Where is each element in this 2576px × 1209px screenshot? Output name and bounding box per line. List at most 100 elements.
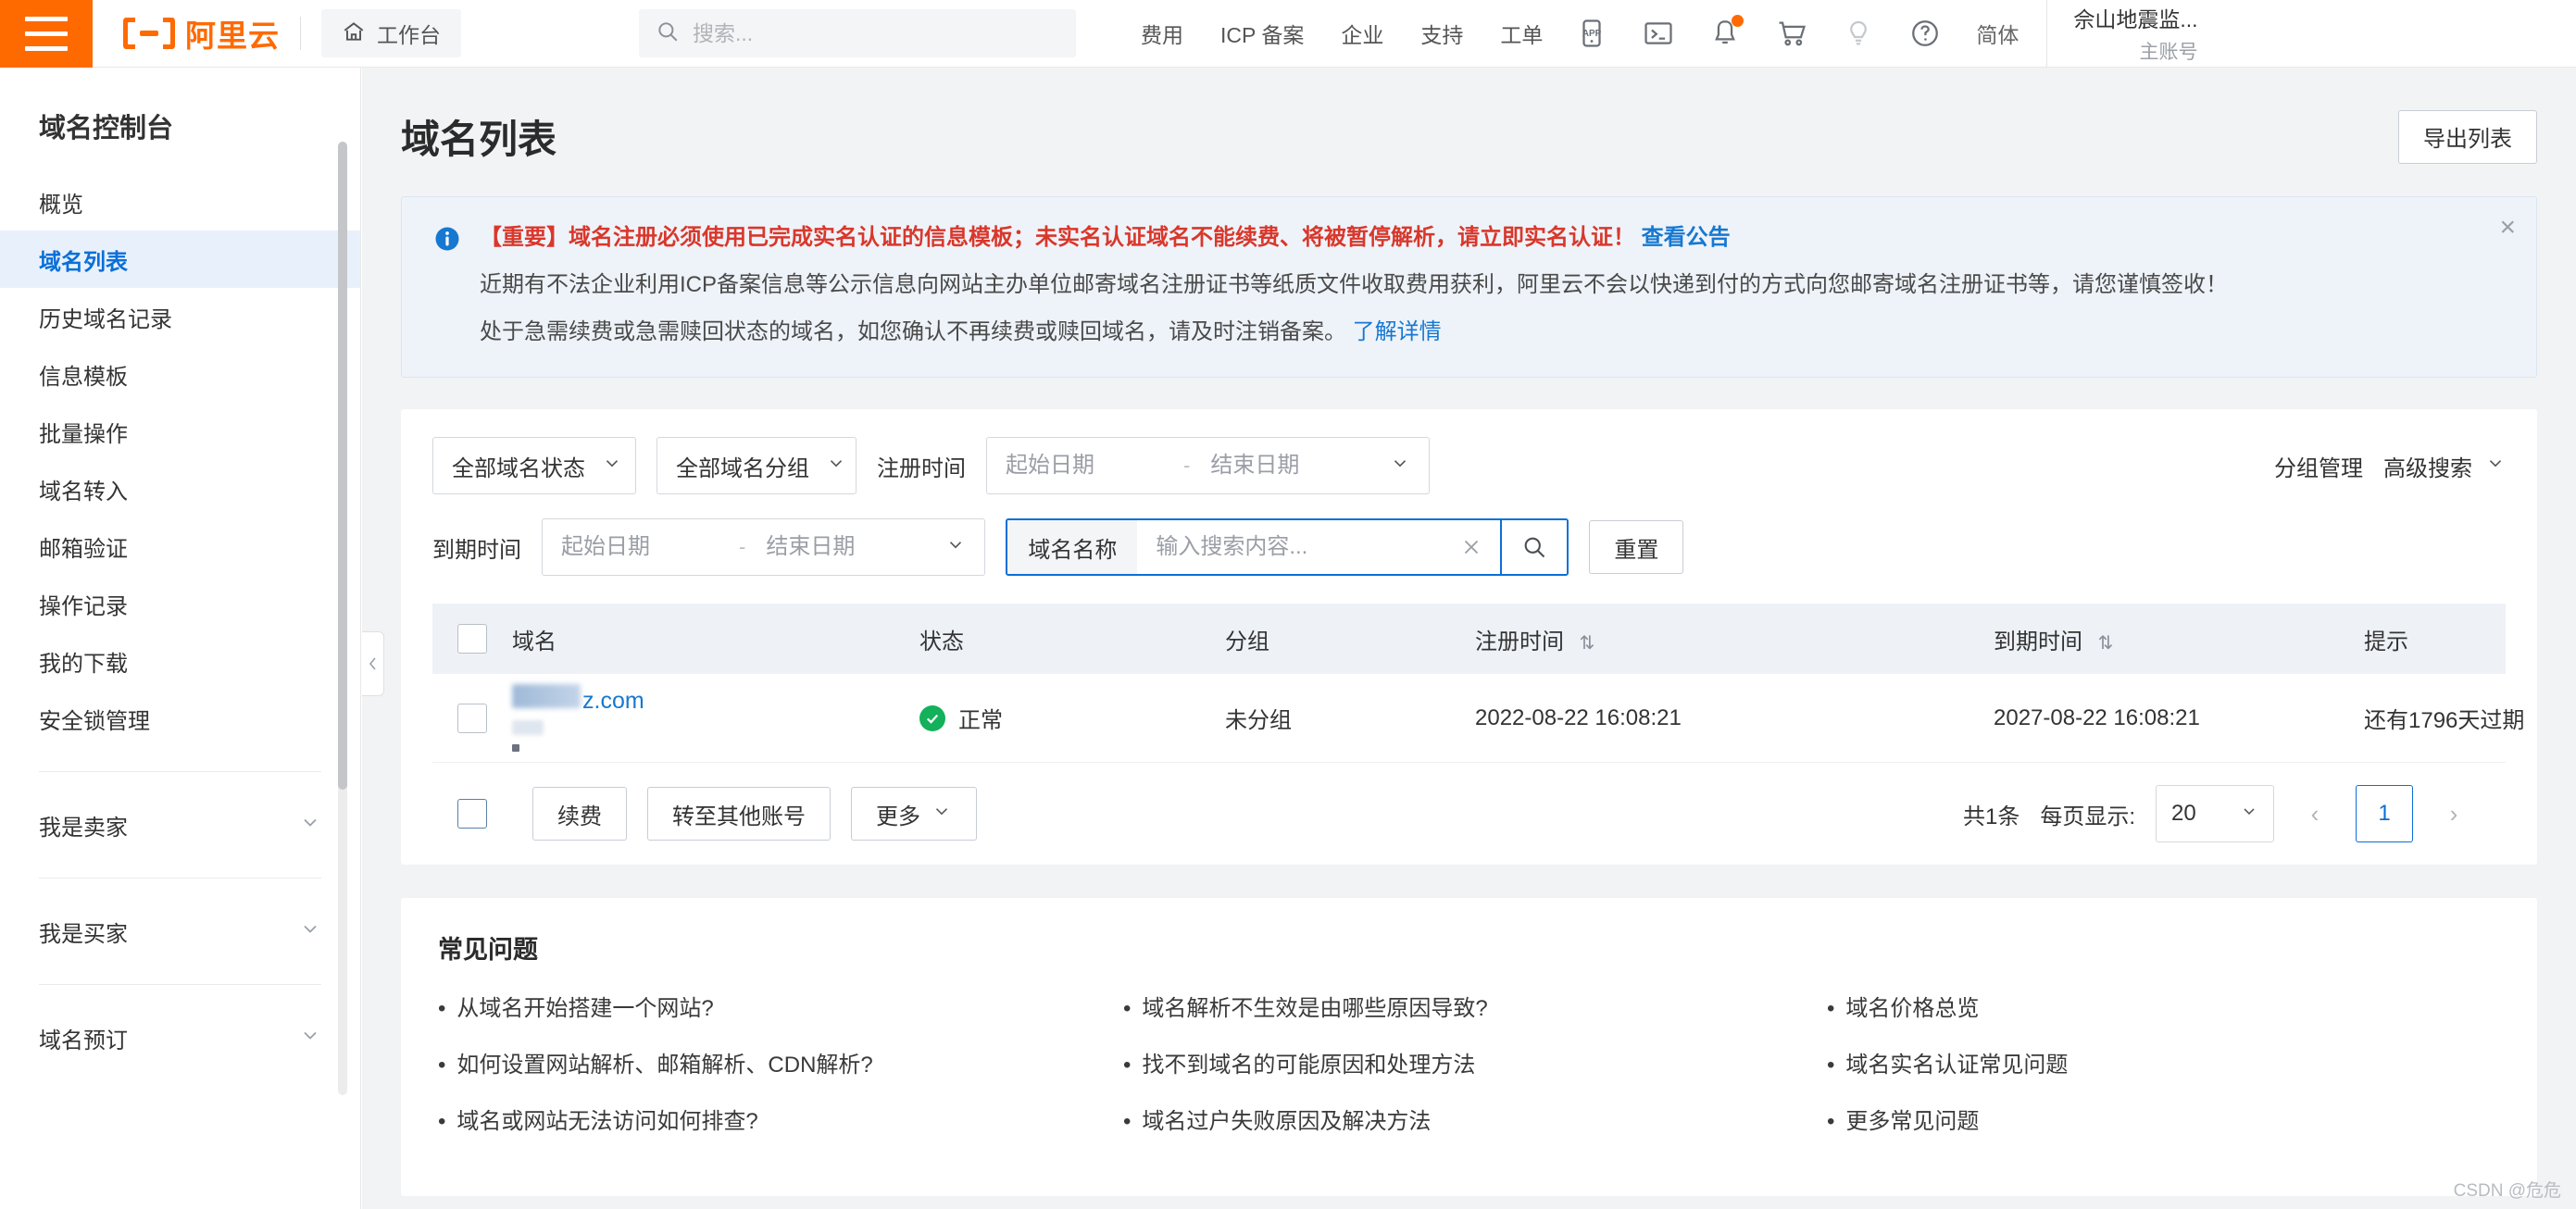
search-input[interactable] [693,20,1059,46]
export-list-button[interactable]: 导出列表 [2398,109,2537,164]
hamburger-menu-icon[interactable] [0,0,93,68]
sidebar-item-domain-transfer-in[interactable]: 域名转入 [0,460,360,517]
faq-link[interactable]: • 如何设置网站解析、邮箱解析、CDN解析? [438,1046,1123,1078]
view-announcement-link[interactable]: 查看公告 [1642,225,1731,250]
column-header-expire-time[interactable]: 到期时间 ⇅ [1994,623,2364,655]
nav-item-tickets[interactable]: 工单 [1500,18,1543,49]
sidebar-item-security-lock[interactable]: 安全锁管理 [0,690,360,747]
sort-icon[interactable]: ⇅ [2098,633,2114,654]
column-header-status[interactable]: 状态 [919,623,1225,655]
sidebar-item-batch-ops[interactable]: 批量操作 [0,403,360,460]
cart-icon[interactable] [1776,18,1807,49]
date-range-dash: - [1183,454,1191,478]
chevron-down-icon [945,534,966,560]
per-page-select[interactable]: 20 [2156,785,2274,843]
more-actions-button[interactable]: 更多 [851,787,977,841]
language-switch[interactable]: 简体 [1976,18,2019,49]
faq-link[interactable]: • 找不到域名的可能原因和处理方法 [1123,1046,1827,1078]
aliyun-logo[interactable]: 阿里云 [122,11,280,56]
sidebar-group-label: 域名预订 [39,1028,128,1053]
sidebar-scrollbar[interactable] [338,142,347,1095]
domain-search-box[interactable]: 域名名称 [1006,518,1569,577]
sidebar-collapse-handle[interactable] [362,631,384,696]
expire-start-date-input[interactable] [561,534,719,561]
faq-link[interactable]: • 域名解析不生效是由哪些原因导致? [1123,990,1827,1022]
bell-icon[interactable] [1709,15,1744,49]
status-badge: 正常 [958,708,1003,734]
workbench-button[interactable]: 工作台 [321,9,461,57]
sidebar-item-overview[interactable]: 概览 [0,173,360,231]
help-icon[interactable] [1909,18,1941,49]
lightbulb-icon[interactable] [1843,18,1874,49]
reset-filters-button[interactable]: 重置 [1589,520,1684,575]
close-icon[interactable]: × [2499,214,2516,242]
expire-time-label: 到期时间 [432,537,521,563]
row-checkbox[interactable] [457,703,487,733]
register-start-date-input[interactable] [1006,453,1163,480]
expire-end-date-input[interactable] [766,534,924,561]
faq-link[interactable]: • 域名实名认证常见问题 [1827,1046,2500,1078]
column-header-tip[interactable]: 提示 [2364,623,2576,655]
sidebar-item-domain-list[interactable]: 域名列表 [0,231,360,288]
column-header-group[interactable]: 分组 [1225,623,1475,655]
domain-status-select[interactable]: 全部域名状态 [432,437,636,495]
select-all-checkbox[interactable] [457,624,487,654]
nav-item-fees[interactable]: 费用 [1141,18,1183,49]
nav-item-support[interactable]: 支持 [1420,18,1463,49]
domain-group-select[interactable]: 全部域名分组 [657,437,857,495]
nav-item-enterprise[interactable]: 企业 [1341,18,1383,49]
pagination-page-1[interactable]: 1 [2356,785,2413,843]
faq-link[interactable]: • 更多常见问题 [1827,1103,2500,1135]
faq-link-label: 域名过户失败原因及解决方法 [1142,1109,1432,1135]
bullet-icon: • [1123,1053,1132,1078]
column-header-register-time[interactable]: 注册时间 ⇅ [1475,623,1994,655]
home-icon [342,19,366,48]
bullet-icon: • [1123,1109,1132,1135]
faq-column-2: • 域名解析不生效是由哪些原因导致? • 找不到域名的可能原因和处理方法 • 域… [1123,990,1827,1159]
footer-select-all-checkbox[interactable] [457,799,487,829]
sidebar-item-my-downloads[interactable]: 我的下载 [0,632,360,690]
batch-renew-button[interactable]: 续费 [532,787,627,841]
faq-link-label: 域名实名认证常见问题 [1845,1053,2069,1078]
sidebar-item-label: 历史域名记录 [39,306,172,332]
search-submit-icon[interactable] [1500,520,1568,575]
sidebar-item-email-verify[interactable]: 邮箱验证 [0,517,360,575]
bullet-icon: • [1123,996,1132,1022]
user-role: 主账号 [2139,42,2198,63]
pagination-prev-button[interactable]: ‹ [2295,785,2335,842]
advanced-search-toggle[interactable]: 高级搜索 [2383,450,2506,482]
sidebar-group-seller[interactable]: 我是卖家 [0,796,360,854]
user-account-menu[interactable]: 佘山地震监... 主账号 [2046,0,2198,68]
global-search-box[interactable] [639,9,1076,57]
domain-search-input[interactable] [1137,520,1444,575]
sidebar-item-info-template[interactable]: 信息模板 [0,345,360,403]
group-manage-link[interactable]: 分组管理 [2274,450,2363,482]
per-page-label: 每页显示: [2040,804,2135,829]
app-icon[interactable]: APP [1576,18,1607,49]
faq-link[interactable]: • 域名价格总览 [1827,990,2500,1022]
domain-search-prefix[interactable]: 域名名称 [1007,520,1138,575]
sidebar-group-buyer[interactable]: 我是买家 [0,903,360,960]
faq-column-3: • 域名价格总览 • 域名实名认证常见问题 • 更多常见问题 [1827,990,2500,1159]
register-end-date-input[interactable] [1210,453,1369,480]
clear-icon[interactable] [1443,520,1500,574]
expire-time-range-picker[interactable]: - [542,518,986,577]
register-time-range-picker[interactable]: - [986,437,1431,495]
column-header-domain[interactable]: 域名 [512,623,919,655]
learn-more-link[interactable]: 了解详情 [1353,319,1442,344]
faq-link[interactable]: • 域名过户失败原因及解决方法 [1123,1103,1827,1135]
transfer-to-other-account-button[interactable]: 转至其他账号 [647,787,831,841]
bullet-icon: • [1827,1053,1835,1078]
nav-item-icp[interactable]: ICP 备案 [1220,18,1304,49]
faq-link[interactable]: • 域名或网站无法访问如何排查? [438,1103,1123,1135]
domain-name-link[interactable]: z.com [512,684,919,715]
sidebar-item-operation-log[interactable]: 操作记录 [0,575,360,632]
pagination-next-button[interactable]: › [2433,785,2474,842]
sidebar-item-label: 安全锁管理 [39,708,150,734]
sidebar: 域名控制台 概览 域名列表 历史域名记录 信息模板 批量操作 域名转入 邮箱验证… [0,68,361,1209]
sidebar-item-history[interactable]: 历史域名记录 [0,288,360,345]
faq-link[interactable]: • 从域名开始搭建一个网站? [438,990,1123,1022]
sort-icon[interactable]: ⇅ [1580,633,1595,654]
sidebar-group-domain-booking[interactable]: 域名预订 [0,1009,360,1066]
terminal-icon[interactable] [1643,18,1674,49]
